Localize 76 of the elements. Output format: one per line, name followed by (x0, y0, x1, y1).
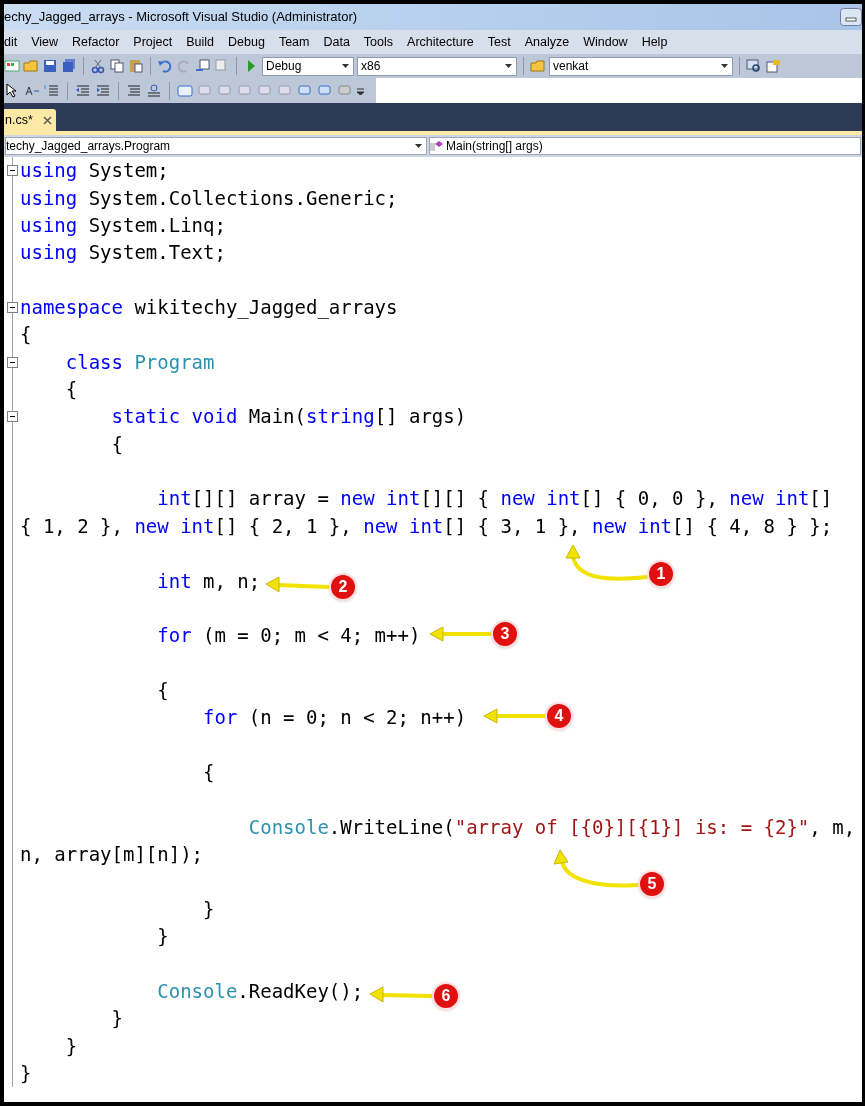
caret-icon[interactable] (505, 64, 512, 68)
menu-item[interactable]: Team (278, 32, 310, 52)
callout-arrow (483, 708, 546, 724)
code-line: { 1, 2 }, new int[] { 2, 1 }, new int[] { 3, 1 }, new int[] { 4, 8 } }; (20, 513, 833, 539)
overflow-icon[interactable] (357, 86, 364, 95)
list-icon[interactable] (44, 82, 60, 99)
platform-dropdown[interactable]: x86 (357, 56, 517, 76)
indent-icon[interactable] (95, 82, 111, 99)
code-line: for (m = 0; m < 4; m++) (156, 623, 421, 649)
comment-icon[interactable] (126, 82, 142, 99)
code-line: int m, n; (156, 568, 261, 594)
code-line: n, array[m][n]); (20, 842, 204, 868)
code-line: Console.WriteLine("array of [{0}][{1}] is: = {2}", m, (247, 814, 856, 840)
code-line: namespace wikitechy_Jagged_arrays (20, 294, 398, 321)
caret-icon[interactable] (415, 144, 422, 148)
callout-arrow (429, 626, 492, 642)
member-dropdown[interactable]: Main(string[] args) (429, 137, 861, 155)
minimize-button[interactable] (840, 8, 862, 26)
menu-item[interactable]: dit (4, 32, 18, 52)
window-icon[interactable] (4, 58, 20, 74)
document-tab[interactable]: n.cs* (4, 109, 56, 131)
menu-item[interactable]: Test (487, 32, 511, 52)
folder-icon[interactable] (530, 58, 546, 74)
find-dropdown[interactable]: venkat (549, 56, 733, 76)
menu-item[interactable]: Tools (363, 32, 394, 52)
code-line: { (202, 760, 215, 786)
code-line: using System.Linq; (20, 212, 226, 238)
floppy-icon[interactable] (42, 58, 58, 74)
menu-item[interactable]: View (31, 32, 59, 52)
code-line: { (64, 377, 78, 403)
menu-item[interactable]: Architecture (407, 32, 474, 52)
code-line: } (202, 896, 215, 922)
code-line: { (20, 322, 32, 348)
close-icon[interactable] (42, 115, 52, 125)
menu-item[interactable]: Data (323, 32, 350, 52)
menu-item[interactable]: Build (186, 32, 215, 52)
code-line: } (110, 1006, 123, 1032)
clipboard-icon[interactable] (128, 58, 144, 74)
floppies-icon[interactable] (61, 58, 77, 74)
code-line: using System.Text; (20, 240, 226, 266)
code-line: using System.Collections.Generic; (20, 185, 398, 211)
outdent-icon[interactable] (75, 82, 91, 99)
configuration-dropdown[interactable]: Debug (262, 56, 354, 76)
menu-item[interactable]: Window (583, 32, 628, 52)
code-line: { (110, 431, 123, 457)
window-title: echy_Jagged_arrays - Microsoft Visual Studio (Administrator) (4, 8, 358, 27)
code-line: for (n = 0; n < 2; n++) (202, 705, 467, 731)
collapse-icon[interactable] (7, 301, 18, 313)
menu-item[interactable]: Help (641, 32, 668, 52)
copy-icon[interactable] (109, 58, 125, 74)
cube-icon (430, 140, 444, 152)
undo-icon[interactable] (157, 58, 173, 74)
code-line: int[][] array = new int[][] { new int[] { 0, 0 }, new int[] (156, 486, 833, 512)
type-dropdown[interactable]: techy_Jagged_arrays.Program (5, 137, 427, 155)
menu-item[interactable]: Project (133, 32, 173, 52)
caret-icon[interactable] (721, 64, 728, 68)
code-line: } (20, 1061, 32, 1087)
code-line: using System; (20, 158, 169, 184)
menu-item[interactable]: Debug (228, 32, 265, 52)
magnifier-icon[interactable] (746, 58, 762, 74)
code-line: static void Main(string[] args) (110, 404, 467, 430)
callout-arrow (265, 576, 330, 593)
collapse-icon[interactable] (7, 165, 18, 176)
caret-icon[interactable] (342, 64, 349, 68)
code-line: Console.ReadKey(); (156, 978, 364, 1004)
menu-item[interactable]: Refactor (72, 32, 120, 52)
code-line: } (64, 1033, 78, 1059)
scissors-icon[interactable] (90, 58, 106, 74)
uncomment-icon[interactable] (146, 82, 162, 99)
code-line: { (156, 678, 169, 703)
collapse-icon[interactable] (7, 411, 18, 423)
code-line: } (156, 924, 169, 950)
callout-arrow (369, 986, 433, 1003)
menu-item[interactable]: Analyze (524, 32, 570, 52)
collapse-icon[interactable] (7, 356, 18, 368)
code-line: class Program (64, 349, 215, 375)
